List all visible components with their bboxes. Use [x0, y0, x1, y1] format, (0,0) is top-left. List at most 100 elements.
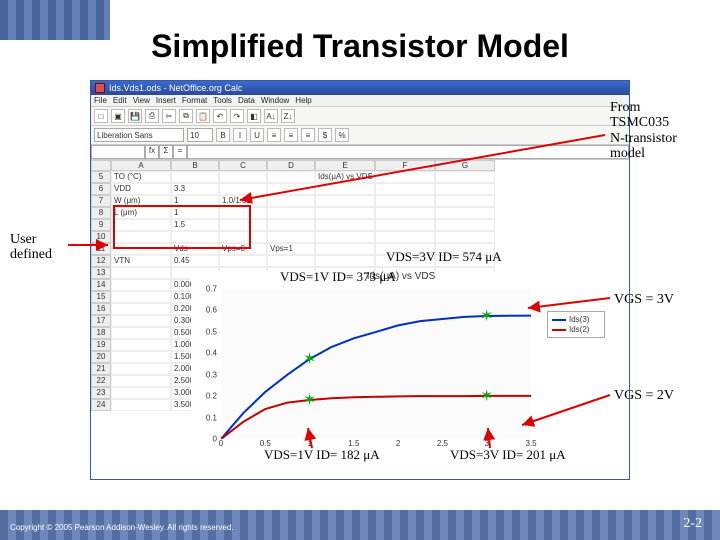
col-header-C[interactable]: C	[219, 160, 267, 171]
cell-5-F[interactable]	[375, 171, 435, 183]
cell-7-E[interactable]	[315, 195, 375, 207]
row-header-7[interactable]: 7	[91, 195, 111, 207]
cell-10-D[interactable]	[267, 231, 315, 243]
function-wizard-button[interactable]: fx	[145, 145, 159, 159]
menu-insert[interactable]: Insert	[156, 96, 176, 105]
row-header-9[interactable]: 9	[91, 219, 111, 231]
cell-11-B[interactable]: Vds	[171, 243, 219, 255]
cell-8-G[interactable]	[435, 207, 495, 219]
cell-12-C[interactable]	[219, 255, 267, 267]
row-header-22[interactable]: 22	[91, 375, 111, 387]
row-header-13[interactable]: 13	[91, 267, 111, 279]
align-left-icon[interactable]: ≡	[267, 128, 281, 142]
cell-7-A[interactable]: W (μm)	[111, 195, 171, 207]
cell-5-B[interactable]	[171, 171, 219, 183]
row-header-14[interactable]: 14	[91, 279, 111, 291]
cell-6-A[interactable]: VDD	[111, 183, 171, 195]
cell-12-E[interactable]	[315, 255, 375, 267]
cell-10-G[interactable]	[435, 231, 495, 243]
cell-23-A[interactable]	[111, 387, 171, 399]
equals-button[interactable]: =	[173, 145, 187, 159]
row-header-11[interactable]: 11	[91, 243, 111, 255]
menu-edit[interactable]: Edit	[113, 96, 127, 105]
cell-11-D[interactable]: Vps=1	[267, 243, 315, 255]
row-header-21[interactable]: 21	[91, 363, 111, 375]
cell-9-E[interactable]	[315, 219, 375, 231]
align-right-icon[interactable]: ≡	[301, 128, 315, 142]
sort-asc-icon[interactable]: A↓	[264, 109, 278, 123]
cell-9-D[interactable]	[267, 219, 315, 231]
cell-16-A[interactable]	[111, 303, 171, 315]
font-size-select[interactable]: 10	[187, 128, 213, 142]
align-center-icon[interactable]: ≡	[284, 128, 298, 142]
row-header-6[interactable]: 6	[91, 183, 111, 195]
cell-12-D[interactable]	[267, 255, 315, 267]
menu-format[interactable]: Format	[182, 96, 207, 105]
cell-8-A[interactable]: L (μm)	[111, 207, 171, 219]
new-icon[interactable]: □	[94, 109, 108, 123]
row-header-23[interactable]: 23	[91, 387, 111, 399]
col-header-A[interactable]: A	[111, 160, 171, 171]
cell-10-A[interactable]	[111, 231, 171, 243]
col-header-G[interactable]: G	[435, 160, 495, 171]
cell-8-F[interactable]	[375, 207, 435, 219]
cell-7-G[interactable]	[435, 195, 495, 207]
cell-17-A[interactable]	[111, 315, 171, 327]
cell-6-C[interactable]	[219, 183, 267, 195]
cell-10-E[interactable]	[315, 231, 375, 243]
cell-15-A[interactable]	[111, 291, 171, 303]
cell-10-B[interactable]	[171, 231, 219, 243]
bold-button[interactable]: B	[216, 128, 230, 142]
cell-7-C[interactable]: 1.0/1.01	[219, 195, 267, 207]
save-icon[interactable]: 💾	[128, 109, 142, 123]
cell-11-A[interactable]	[111, 243, 171, 255]
font-select[interactable]: Liberation Sans	[94, 128, 184, 142]
cell-11-E[interactable]	[315, 243, 375, 255]
undo-icon[interactable]: ↶	[213, 109, 227, 123]
cell-11-C[interactable]: Vps=0	[219, 243, 267, 255]
cut-icon[interactable]: ✂	[162, 109, 176, 123]
cell-6-E[interactable]	[315, 183, 375, 195]
cell-19-A[interactable]	[111, 339, 171, 351]
cell-24-A[interactable]	[111, 399, 171, 411]
row-header-17[interactable]: 17	[91, 315, 111, 327]
row-header-12[interactable]: 12	[91, 255, 111, 267]
cell-9-A[interactable]	[111, 219, 171, 231]
row-header-18[interactable]: 18	[91, 327, 111, 339]
menu-help[interactable]: Help	[295, 96, 311, 105]
cell-10-C[interactable]	[219, 231, 267, 243]
menu-data[interactable]: Data	[238, 96, 255, 105]
copy-icon[interactable]: ⧉	[179, 109, 193, 123]
cell-5-D[interactable]	[267, 171, 315, 183]
corner-cell[interactable]	[91, 160, 111, 171]
cell-22-A[interactable]	[111, 375, 171, 387]
cell-18-A[interactable]	[111, 327, 171, 339]
row-header-19[interactable]: 19	[91, 339, 111, 351]
redo-icon[interactable]: ↷	[230, 109, 244, 123]
print-icon[interactable]: ⎙	[145, 109, 159, 123]
currency-icon[interactable]: $	[318, 128, 332, 142]
col-header-F[interactable]: F	[375, 160, 435, 171]
cell-6-F[interactable]	[375, 183, 435, 195]
cell-12-A[interactable]: VTN	[111, 255, 171, 267]
cell-13-A[interactable]	[111, 267, 171, 279]
cell-7-F[interactable]	[375, 195, 435, 207]
cell-8-D[interactable]	[267, 207, 315, 219]
cell-8-B[interactable]: 1	[171, 207, 219, 219]
cell-5-A[interactable]: TO (°C)	[111, 171, 171, 183]
col-header-B[interactable]: B	[171, 160, 219, 171]
row-header-20[interactable]: 20	[91, 351, 111, 363]
cell-6-D[interactable]	[267, 183, 315, 195]
col-header-E[interactable]: E	[315, 160, 375, 171]
sum-button[interactable]: Σ	[159, 145, 173, 159]
cell-7-D[interactable]	[267, 195, 315, 207]
italic-button[interactable]: I	[233, 128, 247, 142]
row-header-16[interactable]: 16	[91, 303, 111, 315]
menu-file[interactable]: File	[94, 96, 107, 105]
menu-view[interactable]: View	[133, 96, 150, 105]
cell-9-B[interactable]: 1.5	[171, 219, 219, 231]
row-header-8[interactable]: 8	[91, 207, 111, 219]
cell-9-C[interactable]	[219, 219, 267, 231]
sort-desc-icon[interactable]: Z↓	[281, 109, 295, 123]
menu-tools[interactable]: Tools	[213, 96, 232, 105]
